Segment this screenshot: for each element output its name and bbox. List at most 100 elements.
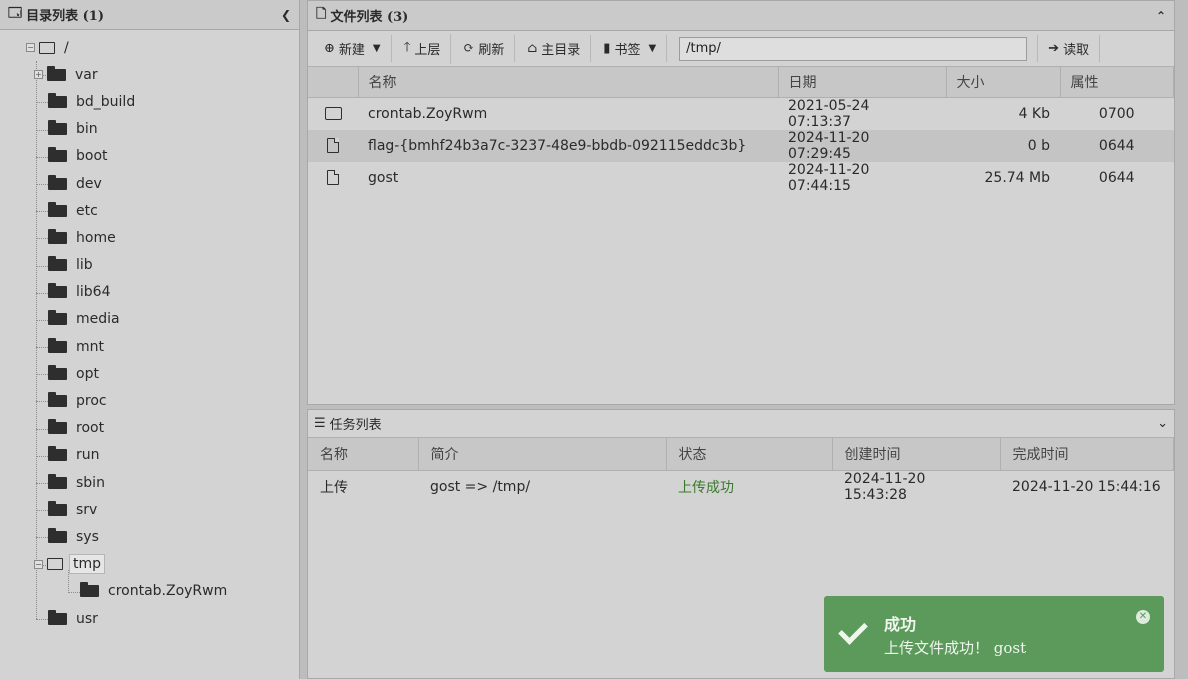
task-column-created[interactable]: 创建时间	[832, 438, 1001, 471]
tree-item-label: usr	[76, 610, 98, 627]
up-button[interactable]: 🡑 上层	[394, 33, 452, 64]
tree-item-sys[interactable]: sys	[0, 523, 299, 550]
column-perm[interactable]: 属性	[1060, 67, 1174, 98]
tree-connector	[36, 211, 48, 213]
tree-item-dev[interactable]: dev	[0, 170, 299, 197]
tree-item-sbin[interactable]: sbin	[0, 469, 299, 496]
tree-connector	[36, 374, 48, 376]
tree-item-crontab-zoyrwm[interactable]: crontab.ZoyRwm	[0, 578, 299, 605]
directory-tree: − / + var bd_buildbin boot dev etc home lib lib64 m…	[0, 30, 299, 632]
tree-item-lib[interactable]: lib	[0, 252, 299, 279]
read-button[interactable]: ➔ 读取	[1037, 35, 1101, 62]
refresh-icon: ⟳	[463, 41, 475, 56]
file-row[interactable]: crontab.ZoyRwm 2021-05-24 07:13:37 4 Kb 070…	[308, 97, 1174, 130]
tree-item-label: home	[76, 229, 116, 246]
tree-vertical-connector	[36, 61, 37, 620]
home-icon: ⌂	[527, 41, 538, 56]
tree-item-run[interactable]: run	[0, 442, 299, 469]
chevron-left-icon[interactable]: ❮	[281, 8, 291, 22]
task-desc: gost => /tmp/	[430, 478, 531, 495]
collapse-toggle-icon[interactable]: −	[26, 43, 35, 53]
tree-item-label: run	[76, 447, 100, 464]
file-date: 2024-11-20 07:44:15	[788, 161, 870, 194]
collapse-toggle-icon[interactable]: −	[34, 559, 43, 569]
bookmark-icon: ▮	[603, 41, 611, 56]
tree-item-opt[interactable]: opt	[0, 360, 299, 387]
tree-item-tmp[interactable]: − tmp	[0, 551, 299, 578]
tree-item-bd-build[interactable]: bd_build	[0, 88, 299, 115]
folder-icon	[48, 609, 67, 625]
tree-item-home[interactable]: home	[0, 224, 299, 251]
tree-connector	[36, 537, 48, 539]
window-icon: 🗔	[8, 5, 23, 21]
refresh-button[interactable]: ⟳ 刷新	[453, 35, 516, 62]
task-column-status[interactable]: 状态	[666, 438, 833, 471]
task-column-name[interactable]: 名称	[308, 438, 419, 471]
chevron-up-icon[interactable]: ⌃	[1156, 9, 1166, 23]
new-button[interactable]: ⊕ 新建 ▼	[314, 35, 392, 62]
tree-item-usr[interactable]: usr	[0, 605, 299, 632]
bookmark-button[interactable]: ▮ 书签 ▼	[593, 35, 668, 62]
folder-icon	[48, 147, 67, 163]
tree-item-label: etc	[76, 202, 98, 219]
home-button[interactable]: ⌂ 主目录	[517, 35, 592, 62]
tree-item-label: dev	[76, 175, 102, 192]
task-column-desc[interactable]: 简介	[418, 438, 667, 471]
column-date[interactable]: 日期	[778, 67, 947, 98]
file-icon: 🗋	[316, 6, 327, 22]
file-panel: 🗋 文件列表 (3) ⌃ ⊕ 新建 ▼ 🡑 上层 ⟳ 刷新 ⌂ 主目录 ▮ 书签…	[307, 0, 1175, 405]
file-name[interactable]: gost	[358, 162, 778, 194]
folder-icon	[48, 283, 67, 299]
tree-item-label: media	[76, 311, 120, 328]
tree-item-mnt[interactable]: mnt	[0, 333, 299, 360]
tree-item-media[interactable]: media	[0, 306, 299, 333]
file-size: 4 Kb	[1018, 105, 1050, 122]
tree-item-label: root	[76, 420, 105, 437]
caret-down-icon: ▼	[648, 43, 657, 54]
tree-item-root[interactable]: root	[0, 415, 299, 442]
task-row[interactable]: 上传 gost => /tmp/上传成功 2024-11-20 15:43:28 20…	[308, 470, 1174, 503]
column-size[interactable]: 大小	[946, 67, 1061, 98]
chevron-down-icon[interactable]: ⌄	[1157, 416, 1168, 431]
tree-item-etc[interactable]: etc	[0, 197, 299, 224]
checkmark-icon	[838, 615, 868, 645]
file-row[interactable]: flag-{bmhf24b3a7c-3237-48e9-bbdb-092115e…	[308, 129, 1174, 162]
path-input[interactable]	[679, 36, 1028, 61]
file-size: 25.74 Mb	[984, 169, 1051, 186]
file-perm[interactable]: 0644	[1060, 129, 1174, 162]
folder-icon	[48, 228, 67, 244]
column-name[interactable]: 名称	[358, 67, 779, 98]
tree-item-root[interactable]: − /	[0, 34, 299, 61]
task-column-finished[interactable]: 完成时间	[1000, 438, 1174, 471]
folder-icon	[48, 500, 67, 516]
folder-icon	[48, 120, 67, 136]
folder-icon	[80, 582, 99, 598]
folder-icon	[48, 392, 67, 408]
file-perm[interactable]: 0644	[1060, 162, 1174, 194]
tree-item-label: bd_build	[76, 93, 136, 110]
tree-item-bin[interactable]: bin	[0, 116, 299, 143]
tree-item-label: mnt	[76, 338, 104, 355]
toast-message: 上传文件成功！ gost	[884, 638, 1027, 657]
tree-item-srv[interactable]: srv	[0, 496, 299, 523]
file-row[interactable]: gost 2024-11-20 07:44:15 25.74 Mb 0644	[308, 162, 1174, 194]
file-name[interactable]: flag-{bmhf24b3a7c-3237-48e9-bbdb-092115e…	[358, 129, 778, 162]
folder-icon	[48, 337, 67, 353]
tree-item-lib64[interactable]: lib64	[0, 279, 299, 306]
tree-item-var[interactable]: + var	[0, 61, 299, 88]
folder-icon	[48, 201, 67, 217]
folder-icon	[48, 364, 67, 380]
directory-panel: 🗔 目录列表 (1) ❮ − / + var bd_buildbin boot dev etc…	[0, 0, 300, 679]
directory-panel-title: 目录列表 (1)	[26, 9, 104, 24]
close-icon[interactable]: ✕	[1136, 610, 1150, 624]
tree-item-proc[interactable]: proc	[0, 387, 299, 414]
file-perm[interactable]: 0700	[1060, 97, 1174, 130]
file-table-header: 名称 日期 大小 属性	[308, 67, 1174, 98]
expand-toggle-icon[interactable]: +	[34, 70, 43, 80]
file-name[interactable]: crontab.ZoyRwm	[358, 97, 778, 130]
tree-connector	[36, 238, 48, 240]
tree-item-boot[interactable]: boot	[0, 143, 299, 170]
folder-icon	[48, 92, 67, 108]
tree-connector	[36, 483, 48, 484]
tree-item-label: lib64	[76, 284, 111, 301]
